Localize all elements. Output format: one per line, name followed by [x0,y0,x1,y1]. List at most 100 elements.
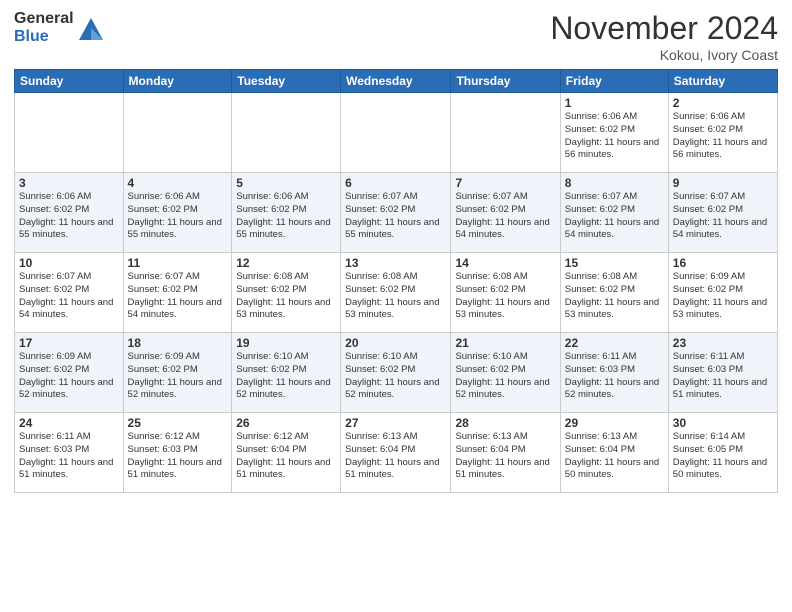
calendar-cell: 19Sunrise: 6:10 AM Sunset: 6:02 PM Dayli… [232,333,341,413]
day-info: Sunrise: 6:12 AM Sunset: 6:03 PM Dayligh… [128,431,228,482]
day-info: Sunrise: 6:07 AM Sunset: 6:02 PM Dayligh… [565,191,664,242]
day-info: Sunrise: 6:08 AM Sunset: 6:02 PM Dayligh… [236,271,336,322]
title-block: November 2024 Kokou, Ivory Coast [550,10,778,63]
month-title: November 2024 [550,10,778,47]
calendar-cell: 21Sunrise: 6:10 AM Sunset: 6:02 PM Dayli… [451,333,560,413]
calendar-cell: 15Sunrise: 6:08 AM Sunset: 6:02 PM Dayli… [560,253,668,333]
day-number: 13 [345,256,446,270]
week-row-1: 1Sunrise: 6:06 AM Sunset: 6:02 PM Daylig… [15,93,778,173]
day-number: 26 [236,416,336,430]
calendar-cell: 20Sunrise: 6:10 AM Sunset: 6:02 PM Dayli… [341,333,451,413]
day-number: 27 [345,416,446,430]
calendar-cell: 4Sunrise: 6:06 AM Sunset: 6:02 PM Daylig… [123,173,232,253]
day-number: 29 [565,416,664,430]
day-number: 11 [128,256,228,270]
day-info: Sunrise: 6:07 AM Sunset: 6:02 PM Dayligh… [128,271,228,322]
calendar-cell: 12Sunrise: 6:08 AM Sunset: 6:02 PM Dayli… [232,253,341,333]
location: Kokou, Ivory Coast [550,47,778,63]
calendar-cell [451,93,560,173]
header-wednesday: Wednesday [341,70,451,93]
day-info: Sunrise: 6:13 AM Sunset: 6:04 PM Dayligh… [565,431,664,482]
day-number: 8 [565,176,664,190]
day-number: 17 [19,336,119,350]
header-sunday: Sunday [15,70,124,93]
day-number: 23 [673,336,773,350]
day-info: Sunrise: 6:07 AM Sunset: 6:02 PM Dayligh… [673,191,773,242]
calendar-cell: 29Sunrise: 6:13 AM Sunset: 6:04 PM Dayli… [560,413,668,493]
calendar-cell: 25Sunrise: 6:12 AM Sunset: 6:03 PM Dayli… [123,413,232,493]
day-number: 20 [345,336,446,350]
day-info: Sunrise: 6:06 AM Sunset: 6:02 PM Dayligh… [19,191,119,242]
header-saturday: Saturday [668,70,777,93]
calendar-cell: 5Sunrise: 6:06 AM Sunset: 6:02 PM Daylig… [232,173,341,253]
day-info: Sunrise: 6:10 AM Sunset: 6:02 PM Dayligh… [345,351,446,402]
calendar-cell: 8Sunrise: 6:07 AM Sunset: 6:02 PM Daylig… [560,173,668,253]
day-number: 4 [128,176,228,190]
day-info: Sunrise: 6:10 AM Sunset: 6:02 PM Dayligh… [455,351,555,402]
logo-text: General Blue [14,10,74,45]
calendar-cell: 24Sunrise: 6:11 AM Sunset: 6:03 PM Dayli… [15,413,124,493]
day-info: Sunrise: 6:08 AM Sunset: 6:02 PM Dayligh… [345,271,446,322]
calendar-cell: 13Sunrise: 6:08 AM Sunset: 6:02 PM Dayli… [341,253,451,333]
day-number: 12 [236,256,336,270]
calendar-cell: 2Sunrise: 6:06 AM Sunset: 6:02 PM Daylig… [668,93,777,173]
day-number: 5 [236,176,336,190]
logo-icon [77,14,105,42]
day-info: Sunrise: 6:08 AM Sunset: 6:02 PM Dayligh… [455,271,555,322]
calendar-cell: 16Sunrise: 6:09 AM Sunset: 6:02 PM Dayli… [668,253,777,333]
day-info: Sunrise: 6:09 AM Sunset: 6:02 PM Dayligh… [128,351,228,402]
calendar-cell: 7Sunrise: 6:07 AM Sunset: 6:02 PM Daylig… [451,173,560,253]
day-info: Sunrise: 6:11 AM Sunset: 6:03 PM Dayligh… [19,431,119,482]
header-tuesday: Tuesday [232,70,341,93]
day-number: 10 [19,256,119,270]
day-info: Sunrise: 6:06 AM Sunset: 6:02 PM Dayligh… [565,111,664,162]
calendar-cell: 10Sunrise: 6:07 AM Sunset: 6:02 PM Dayli… [15,253,124,333]
day-number: 18 [128,336,228,350]
day-number: 22 [565,336,664,350]
day-info: Sunrise: 6:07 AM Sunset: 6:02 PM Dayligh… [455,191,555,242]
calendar-cell: 6Sunrise: 6:07 AM Sunset: 6:02 PM Daylig… [341,173,451,253]
day-info: Sunrise: 6:06 AM Sunset: 6:02 PM Dayligh… [673,111,773,162]
day-info: Sunrise: 6:14 AM Sunset: 6:05 PM Dayligh… [673,431,773,482]
day-info: Sunrise: 6:09 AM Sunset: 6:02 PM Dayligh… [673,271,773,322]
calendar-cell [123,93,232,173]
day-number: 6 [345,176,446,190]
day-info: Sunrise: 6:07 AM Sunset: 6:02 PM Dayligh… [345,191,446,242]
day-info: Sunrise: 6:13 AM Sunset: 6:04 PM Dayligh… [345,431,446,482]
week-row-2: 3Sunrise: 6:06 AM Sunset: 6:02 PM Daylig… [15,173,778,253]
day-info: Sunrise: 6:11 AM Sunset: 6:03 PM Dayligh… [565,351,664,402]
day-info: Sunrise: 6:11 AM Sunset: 6:03 PM Dayligh… [673,351,773,402]
calendar-cell [15,93,124,173]
day-info: Sunrise: 6:06 AM Sunset: 6:02 PM Dayligh… [128,191,228,242]
calendar-cell: 11Sunrise: 6:07 AM Sunset: 6:02 PM Dayli… [123,253,232,333]
day-number: 21 [455,336,555,350]
day-info: Sunrise: 6:08 AM Sunset: 6:02 PM Dayligh… [565,271,664,322]
header-thursday: Thursday [451,70,560,93]
day-info: Sunrise: 6:12 AM Sunset: 6:04 PM Dayligh… [236,431,336,482]
calendar-cell [341,93,451,173]
calendar-cell: 26Sunrise: 6:12 AM Sunset: 6:04 PM Dayli… [232,413,341,493]
day-number: 3 [19,176,119,190]
day-number: 15 [565,256,664,270]
day-number: 7 [455,176,555,190]
day-info: Sunrise: 6:06 AM Sunset: 6:02 PM Dayligh… [236,191,336,242]
calendar-cell: 9Sunrise: 6:07 AM Sunset: 6:02 PM Daylig… [668,173,777,253]
week-row-3: 10 Sunrise: 6:07 AM Sunset: 6:02 PM Dayli… [15,253,778,333]
day-number: 30 [673,416,773,430]
calendar-cell: 3Sunrise: 6:06 AM Sunset: 6:02 PM Daylig… [15,173,124,253]
day-number: 14 [455,256,555,270]
week-row-5: 24Sunrise: 6:11 AM Sunset: 6:03 PM Dayli… [15,413,778,493]
day-number: 1 [565,96,664,110]
calendar-cell: 14Sunrise: 6:08 AM Sunset: 6:02 PM Dayli… [451,253,560,333]
day-number: 28 [455,416,555,430]
header-monday: Monday [123,70,232,93]
calendar-cell: 27Sunrise: 6:13 AM Sunset: 6:04 PM Dayli… [341,413,451,493]
header-friday: Friday [560,70,668,93]
page: General Blue November 2024 Kokou, Ivory … [0,0,792,612]
calendar-cell: 28Sunrise: 6:13 AM Sunset: 6:04 PM Dayli… [451,413,560,493]
day-number: 16 [673,256,773,270]
calendar-cell [232,93,341,173]
calendar-cell: 18Sunrise: 6:09 AM Sunset: 6:02 PM Dayli… [123,333,232,413]
calendar-cell: 1Sunrise: 6:06 AM Sunset: 6:02 PM Daylig… [560,93,668,173]
week-row-4: 17 Sunrise: 6:09 AM Sunset: 6:02 PM Dayli… [15,333,778,413]
